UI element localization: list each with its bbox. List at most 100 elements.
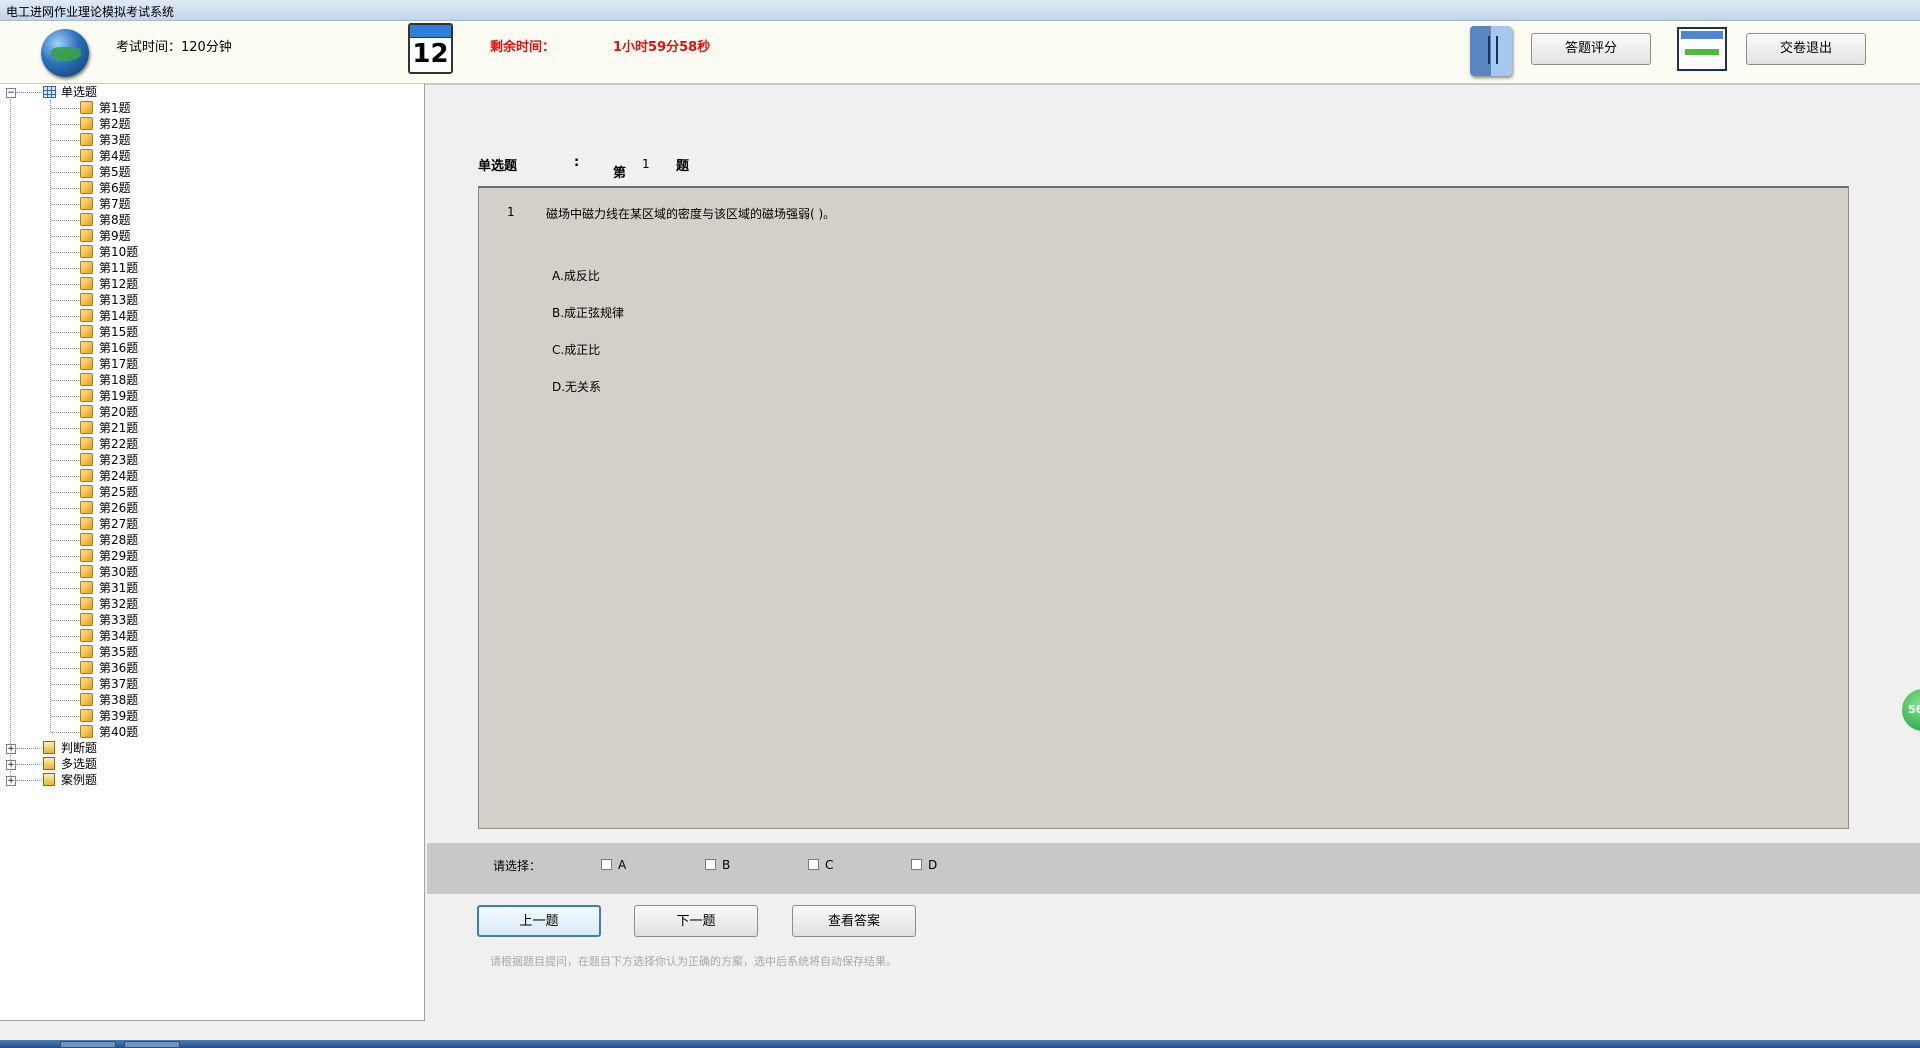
key-icon	[80, 613, 93, 626]
tree-item-label: 第6题	[99, 181, 131, 195]
tree-item-label: 第29题	[99, 549, 139, 563]
tree-item-question[interactable]: 第28题	[0, 532, 420, 548]
taskbar-app-item[interactable]	[124, 1041, 180, 1048]
key-icon	[80, 677, 93, 690]
key-icon	[80, 277, 93, 290]
key-icon	[80, 149, 93, 162]
tree-item-question[interactable]: 第25题	[0, 484, 420, 500]
key-icon	[80, 405, 93, 418]
tree-item-question[interactable]: 第12题	[0, 276, 420, 292]
exam-time-label: 考试时间：120分钟	[116, 40, 232, 55]
tree-item-label: 第24题	[99, 469, 139, 483]
key-icon	[80, 565, 93, 578]
tree-item-question[interactable]: 第8题	[0, 212, 420, 228]
tree-item-question[interactable]: 第29题	[0, 548, 420, 564]
question-number: 1	[642, 157, 650, 171]
floating-assistant-badge[interactable]: 56	[1900, 687, 1920, 733]
tree-item-label: 第7题	[99, 197, 131, 211]
tree-item-question[interactable]: 第1题	[0, 100, 420, 116]
collapse-icon[interactable]: −	[6, 88, 16, 98]
tree-item-question[interactable]: 第32题	[0, 596, 420, 612]
key-icon	[80, 309, 93, 322]
tree-item-question[interactable]: 第22题	[0, 436, 420, 452]
folder-icon	[43, 773, 55, 786]
expand-icon[interactable]: +	[6, 760, 16, 770]
key-icon	[80, 453, 93, 466]
tree-item-question[interactable]: 第26题	[0, 500, 420, 516]
tree-item-label: 第30题	[99, 565, 139, 579]
tree-item-question[interactable]: 第39题	[0, 708, 420, 724]
checkbox-icon[interactable]	[705, 859, 716, 870]
tree-item-question[interactable]: 第16题	[0, 340, 420, 356]
tree-item-question[interactable]: 第23题	[0, 452, 420, 468]
view-answer-button[interactable]: 查看答案	[792, 905, 916, 937]
tree-item-question[interactable]: 第27题	[0, 516, 420, 532]
tree-item-question[interactable]: 第13题	[0, 292, 420, 308]
tree-item-label: 第31题	[99, 581, 139, 595]
tree-item-question[interactable]: 第18题	[0, 372, 420, 388]
tree-item-question[interactable]: 第14题	[0, 308, 420, 324]
tree-item-label: 第19题	[99, 389, 139, 403]
tree-item-question[interactable]: 第10题	[0, 244, 420, 260]
tree-item-question[interactable]: 第40题	[0, 724, 420, 740]
tree-item-question[interactable]: 第17题	[0, 356, 420, 372]
tree-item-question[interactable]: 第11题	[0, 260, 420, 276]
tree-node-single-choice[interactable]: − 单选题	[0, 84, 420, 100]
tree-item-label: 第12题	[99, 277, 139, 291]
tree-item-question[interactable]: 第7题	[0, 196, 420, 212]
key-icon	[80, 117, 93, 130]
tree-item-question[interactable]: 第35题	[0, 644, 420, 660]
exam-header: 考试时间：120分钟 12 剩余时间： 1小时59分58秒 答题评分 交卷退出	[0, 21, 1920, 85]
tree-item-label: 第9题	[99, 229, 131, 243]
tree-item-label: 第16题	[99, 341, 139, 355]
tree-item-question[interactable]: 第9题	[0, 228, 420, 244]
key-icon	[80, 581, 93, 594]
tree-item-question[interactable]: 第6题	[0, 180, 420, 196]
expand-icon[interactable]: +	[6, 776, 16, 786]
tree-item-question[interactable]: 第5题	[0, 164, 420, 180]
tree-item-question[interactable]: 第15题	[0, 324, 420, 340]
tree-item-question[interactable]: 第34题	[0, 628, 420, 644]
taskbar-app-item[interactable]	[60, 1041, 116, 1048]
tree-item-question[interactable]: 第38题	[0, 692, 420, 708]
tree-item-question[interactable]: 第3题	[0, 132, 420, 148]
tree-item-label: 第8题	[99, 213, 131, 227]
key-icon	[80, 197, 93, 210]
tree-node-label: 案例题	[61, 773, 98, 787]
tree-item-question[interactable]: 第21题	[0, 420, 420, 436]
question-tree[interactable]: − 单选题 第1题 第2题 第3题 第4题 第5题 第6题 第7题 第8题 第9题 第10题 第11题第…	[0, 84, 425, 1021]
score-button[interactable]: 答题评分	[1531, 33, 1651, 65]
question-panel	[478, 186, 1849, 829]
question-ti-label: 题	[676, 159, 690, 174]
expand-icon[interactable]: +	[6, 744, 16, 754]
tree-item-question[interactable]: 第2题	[0, 116, 420, 132]
tree-item-question[interactable]: 第4题	[0, 148, 420, 164]
question-type-colon: :	[574, 155, 580, 170]
key-icon	[80, 549, 93, 562]
tree-item-question[interactable]: 第19题	[0, 388, 420, 404]
submit-exit-button[interactable]: 交卷退出	[1746, 33, 1866, 65]
tree-node-group[interactable]: + 判断题	[0, 740, 420, 756]
checkbox-icon[interactable]	[808, 859, 819, 870]
next-question-button[interactable]: 下一题	[634, 905, 758, 937]
tree-item-question[interactable]: 第31题	[0, 580, 420, 596]
checkbox-icon[interactable]	[911, 859, 922, 870]
tree-node-group[interactable]: + 多选题	[0, 756, 420, 772]
key-icon	[80, 213, 93, 226]
checkbox-icon[interactable]	[601, 859, 612, 870]
option-d: D.无关系	[552, 380, 602, 394]
tree-item-label: 第2题	[99, 117, 131, 131]
calendar-day: 12	[412, 39, 449, 69]
tree-item-question[interactable]: 第30题	[0, 564, 420, 580]
tree-item-question[interactable]: 第36题	[0, 660, 420, 676]
key-icon	[80, 293, 93, 306]
tree-node-group[interactable]: + 案例题	[0, 772, 420, 788]
question-type-label: 单选题	[478, 159, 518, 174]
tree-item-label: 第18题	[99, 373, 139, 387]
tree-item-question[interactable]: 第20题	[0, 404, 420, 420]
tree-item-question[interactable]: 第33题	[0, 612, 420, 628]
tree-item-question[interactable]: 第24题	[0, 468, 420, 484]
prev-question-button[interactable]: 上一题	[477, 905, 601, 937]
tree-item-question[interactable]: 第37题	[0, 676, 420, 692]
key-icon	[80, 421, 93, 434]
